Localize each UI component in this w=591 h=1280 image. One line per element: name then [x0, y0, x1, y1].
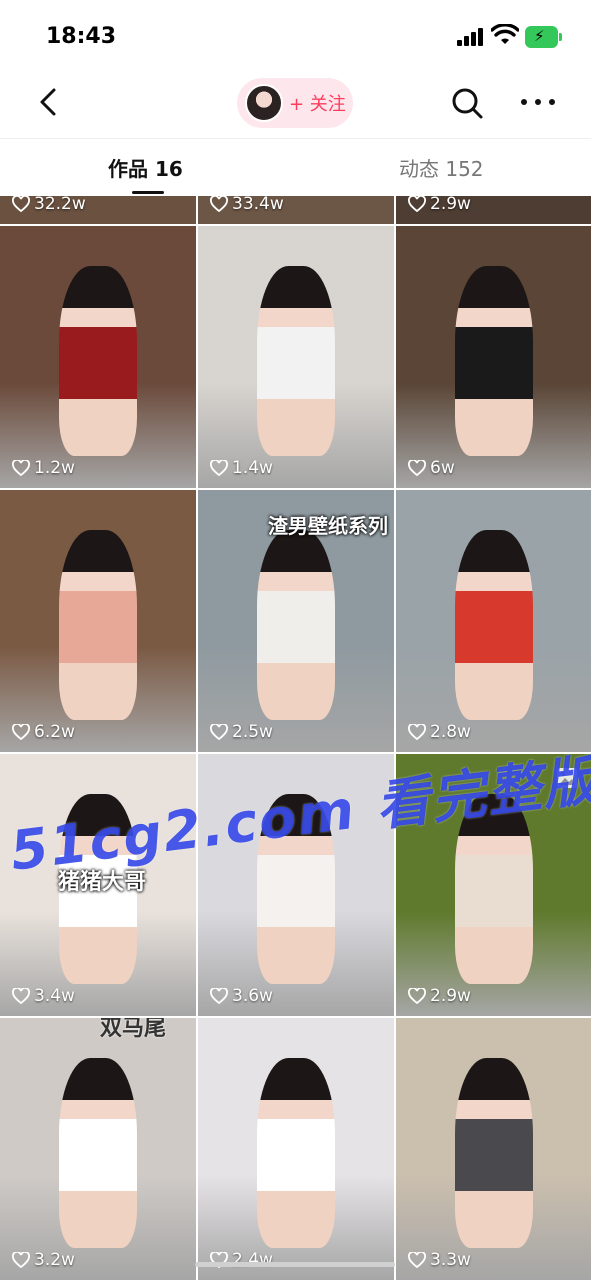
like-count: 3.6w — [210, 986, 273, 1006]
wifi-icon — [491, 24, 519, 44]
nav-bar: + 关注 — [0, 72, 591, 136]
like-count: 2.4w — [210, 1250, 273, 1270]
heart-icon — [210, 460, 228, 476]
heart-icon — [210, 724, 228, 740]
grid-item[interactable]: 双马尾 3.2w — [0, 1018, 196, 1280]
video-caption-overlay: 双马尾 — [100, 1018, 167, 1041]
heart-icon — [408, 196, 426, 212]
like-count: 2.5w — [210, 722, 273, 742]
tab-activity[interactable]: 动态 152 — [399, 153, 484, 182]
photo-subject — [257, 266, 335, 456]
photo-subject — [59, 1058, 137, 1248]
heart-icon — [12, 1252, 30, 1268]
like-count-value: 6w — [430, 458, 455, 478]
heart-icon — [12, 988, 30, 1004]
cellular-signal-icon — [457, 28, 485, 46]
heart-icon — [210, 196, 228, 212]
photo-subject — [59, 530, 137, 720]
like-count-value: 3.4w — [34, 986, 75, 1006]
works-grid: 32.2w 33.4w 2.9w 1.2w 1.4w 6w 6.2w 渣男壁纸系列 2.5… — [0, 196, 591, 1280]
heart-icon — [408, 1252, 426, 1268]
grid-item[interactable]: 33.4w — [198, 196, 394, 224]
status-time: 18:43 — [46, 24, 117, 49]
grid-item[interactable]: 6.2w — [0, 490, 196, 752]
like-count-value: 3.6w — [232, 986, 273, 1006]
grid-item[interactable]: 1.2w — [0, 226, 196, 488]
heart-icon — [12, 196, 30, 212]
photo-subject — [257, 530, 335, 720]
like-count-value: 2.4w — [232, 1250, 273, 1270]
grid-item[interactable]: 3.3w — [396, 1018, 591, 1280]
photo-subject — [455, 1058, 533, 1248]
like-count: 2.9w — [408, 986, 471, 1006]
like-count: 1.4w — [210, 458, 273, 478]
photo-subject — [59, 266, 137, 456]
grid-item[interactable]: 2.9w — [396, 196, 591, 224]
like-count: 2.9w — [408, 196, 471, 214]
tab-works[interactable]: 作品 16 — [108, 153, 183, 182]
heart-icon — [408, 724, 426, 740]
like-count: 6w — [408, 458, 455, 478]
like-count-value: 1.2w — [34, 458, 75, 478]
grid-item[interactable]: 32.2w — [0, 196, 196, 224]
like-count-value: 6.2w — [34, 722, 75, 742]
like-count-value: 1.4w — [232, 458, 273, 478]
grid-item[interactable]: 渣男壁纸系列 2.5w — [198, 490, 394, 752]
like-count: 33.4w — [210, 196, 284, 214]
like-count-value: 2.5w — [232, 722, 273, 742]
heart-icon — [408, 460, 426, 476]
grid-item[interactable]: 1.4w — [198, 226, 394, 488]
like-count: 3.2w — [12, 1250, 75, 1270]
like-count: 6.2w — [12, 722, 75, 742]
tab-active-indicator — [132, 191, 164, 194]
like-count-value: 3.3w — [430, 1250, 471, 1270]
like-count-value: 2.9w — [430, 986, 471, 1006]
photo-subject — [455, 266, 533, 456]
photo-subject — [257, 1058, 335, 1248]
like-count-value: 3.2w — [34, 1250, 75, 1270]
heart-icon — [408, 988, 426, 1004]
like-count: 32.2w — [12, 196, 86, 214]
like-count: 1.2w — [12, 458, 75, 478]
battery-charging-icon: ⚡ — [525, 26, 563, 48]
video-caption-overlay: 渣男壁纸系列 — [268, 514, 388, 538]
avatar[interactable] — [245, 84, 283, 122]
status-bar: 18:43 ⚡ — [0, 0, 591, 72]
grid-item[interactable]: 6w — [396, 226, 591, 488]
home-indicator — [195, 1262, 395, 1267]
follow-label: + 关注 — [289, 94, 346, 115]
like-count: 3.3w — [408, 1250, 471, 1270]
search-icon[interactable] — [448, 84, 488, 124]
photo-subject — [455, 530, 533, 720]
like-count-value: 2.8w — [430, 722, 471, 742]
grid-item[interactable]: 2.8w — [396, 490, 591, 752]
like-count: 3.4w — [12, 986, 75, 1006]
profile-tabs: 作品 16 动态 152 — [0, 138, 591, 196]
heart-icon — [12, 460, 30, 476]
more-options-icon[interactable] — [518, 90, 558, 114]
heart-icon — [210, 988, 228, 1004]
follow-button[interactable]: + 关注 — [237, 78, 353, 128]
heart-icon — [12, 724, 30, 740]
like-count: 2.8w — [408, 722, 471, 742]
grid-item[interactable]: 2.4w — [198, 1018, 394, 1280]
back-arrow-icon[interactable] — [30, 82, 70, 122]
